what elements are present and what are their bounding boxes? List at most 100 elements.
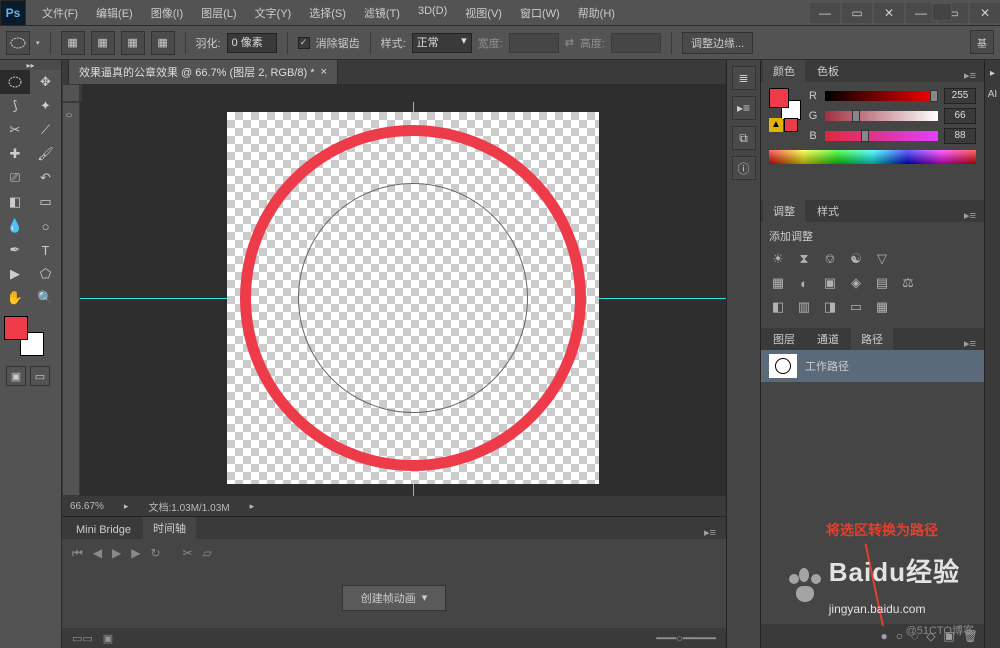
tab-paths[interactable]: 路径 — [851, 328, 893, 350]
gamut-warning-swatch[interactable] — [784, 118, 798, 132]
tool-eraser[interactable]: ◧ — [0, 190, 30, 214]
tool-gradient[interactable]: ▭ — [31, 190, 61, 214]
tool-preset-dropdown-icon[interactable]: ▾ — [36, 39, 40, 47]
menu-edit[interactable]: 编辑(E) — [88, 1, 141, 25]
color-spectrum[interactable] — [769, 150, 976, 164]
menu-file[interactable]: 文件(F) — [34, 1, 86, 25]
current-tool-icon[interactable] — [6, 31, 30, 55]
paths-panel-menu-icon[interactable]: ▸≡ — [958, 337, 982, 350]
adj-bw-icon[interactable]: ◐ — [795, 274, 813, 292]
tool-shape[interactable]: ⬠ — [31, 262, 61, 286]
menu-view[interactable]: 视图(V) — [457, 1, 510, 25]
adj-threshold-icon[interactable]: ◨ — [821, 298, 839, 316]
info-arrow-icon[interactable]: ▸ — [250, 501, 255, 512]
tool-move[interactable]: ✥ — [31, 70, 61, 94]
gamut-warning-icon[interactable]: ▲ — [769, 118, 783, 132]
document-tab[interactable]: 效果逼真的公章效果 @ 66.7% (图层 2, RGB/8) * × — [68, 59, 338, 84]
adj-vibrance-icon[interactable]: ▽ — [873, 250, 891, 268]
tool-stamp[interactable]: ⎚ — [0, 166, 30, 190]
menu-help[interactable]: 帮助(H) — [570, 1, 623, 25]
tab-adjustments[interactable]: 调整 — [763, 200, 805, 222]
doc-close-button[interactable]: ✕ — [874, 3, 904, 23]
tab-styles[interactable]: 样式 — [807, 200, 849, 222]
adjustments-panel-menu-icon[interactable]: ▸≡ — [958, 209, 982, 222]
tool-history-brush[interactable]: ↶ — [31, 166, 61, 190]
doc-size-info[interactable]: 文档:1.03M/1.03M — [148, 499, 229, 514]
toolbox-grip[interactable]: ▸▸ — [0, 60, 61, 70]
dock-properties-icon[interactable]: ⧉ — [732, 126, 756, 150]
adj-posterize-icon[interactable]: ▥ — [795, 298, 813, 316]
tab-channels[interactable]: 通道 — [807, 328, 849, 350]
adj-color-balance-icon[interactable]: ⚖ — [899, 274, 917, 292]
style-select[interactable]: 正常 — [412, 33, 472, 53]
b-slider[interactable] — [825, 131, 938, 141]
selection-new-button[interactable]: ▦ — [61, 31, 85, 55]
ruler-vertical[interactable]: 0 — [62, 102, 80, 496]
tool-blur[interactable]: 💧 — [0, 214, 30, 238]
path-item-work-path[interactable]: 工作路径 — [761, 350, 984, 382]
tool-magic-wand[interactable]: ✦ — [31, 94, 61, 118]
zoom-level[interactable]: 66.67% — [70, 501, 104, 512]
selection-intersect-button[interactable]: ▦ — [151, 31, 175, 55]
tool-dodge[interactable]: ○ — [31, 214, 61, 238]
canvas[interactable] — [80, 102, 726, 496]
tool-lasso[interactable]: ⟆ — [0, 94, 30, 118]
menu-layer[interactable]: 图层(L) — [193, 1, 244, 25]
dock-actions-icon[interactable]: ▸≡ — [732, 96, 756, 120]
menu-select[interactable]: 选择(S) — [301, 1, 354, 25]
adj-channel-mixer-icon[interactable]: ◈ — [847, 274, 865, 292]
adj-exposure-icon[interactable]: ☯ — [847, 250, 865, 268]
fg-bg-color[interactable] — [4, 316, 44, 356]
adj-lookup-icon[interactable]: ▤ — [873, 274, 891, 292]
antialias-checkbox[interactable]: ✓ — [298, 37, 310, 49]
tab-layers[interactable]: 图层 — [763, 328, 805, 350]
screen-mode-button[interactable]: ▭ — [30, 366, 50, 386]
tool-type[interactable]: T — [31, 238, 61, 262]
b-input[interactable]: 88 — [944, 128, 976, 144]
dock-history-icon[interactable]: ≣ — [732, 66, 756, 90]
selection-subtract-button[interactable]: ▦ — [121, 31, 145, 55]
fill-path-icon[interactable]: ● — [881, 629, 888, 643]
workspace-switcher-button[interactable]: 基 — [970, 30, 994, 54]
doc-maximize-button[interactable]: ▭ — [842, 3, 872, 23]
document-tab-close-icon[interactable]: × — [320, 66, 326, 78]
ruler-origin[interactable] — [62, 84, 80, 102]
tab-timeline[interactable]: 时间轴 — [143, 517, 196, 539]
tool-path-select[interactable]: ▶ — [0, 262, 30, 286]
tool-crop[interactable]: ✂ — [0, 118, 30, 142]
tool-brush[interactable]: 🖌 — [31, 142, 61, 166]
g-input[interactable]: 66 — [944, 108, 976, 124]
adj-gradient-map-icon[interactable]: ▭ — [847, 298, 865, 316]
timeline-panel-menu-icon[interactable]: ▸≡ — [698, 526, 722, 539]
tool-hand[interactable]: ✋ — [0, 286, 30, 310]
close-button[interactable]: ✕ — [970, 3, 1000, 23]
menu-window[interactable]: 窗口(W) — [512, 1, 568, 25]
tool-eyedropper[interactable]: ⟋ — [31, 118, 61, 142]
adj-invert-icon[interactable]: ◧ — [769, 298, 787, 316]
cloud-status-icon[interactable] — [932, 3, 952, 21]
menu-3d[interactable]: 3D(D) — [410, 1, 455, 25]
panel-fgbg-swatch[interactable] — [769, 88, 801, 120]
stroke-path-icon[interactable]: ○ — [896, 629, 903, 643]
tool-pen[interactable]: ✒ — [0, 238, 30, 262]
adj-brightness-icon[interactable]: ☀ — [769, 250, 787, 268]
far-right-expand-icon[interactable]: ▸ — [990, 68, 995, 79]
tool-zoom[interactable]: 🔍 — [31, 286, 61, 310]
menu-filter[interactable]: 滤镜(T) — [356, 1, 408, 25]
feather-input[interactable]: 0 像素 — [227, 33, 277, 53]
adj-hue-icon[interactable]: ▦ — [769, 274, 787, 292]
create-frame-animation-button[interactable]: 创建帧动画 ▾ — [342, 585, 447, 611]
menu-type[interactable]: 文字(Y) — [247, 1, 300, 25]
foreground-color-swatch[interactable] — [4, 316, 28, 340]
menu-image[interactable]: 图像(I) — [143, 1, 191, 25]
panel-fg-swatch[interactable] — [769, 88, 789, 108]
adj-photo-filter-icon[interactable]: ▣ — [821, 274, 839, 292]
refine-edge-button[interactable]: 调整边缘... — [682, 32, 753, 54]
r-slider[interactable] — [825, 91, 938, 101]
adj-selective-color-icon[interactable]: ▦ — [873, 298, 891, 316]
adj-curves-icon[interactable]: ⎊ — [821, 250, 839, 268]
color-panel-menu-icon[interactable]: ▸≡ — [958, 69, 982, 82]
quick-mask-button[interactable]: ▣ — [6, 366, 26, 386]
ruler-horizontal[interactable]: 0 50 100 150 200 250 300 350 400 450 500… — [80, 84, 82, 102]
tab-mini-bridge[interactable]: Mini Bridge — [66, 521, 141, 539]
